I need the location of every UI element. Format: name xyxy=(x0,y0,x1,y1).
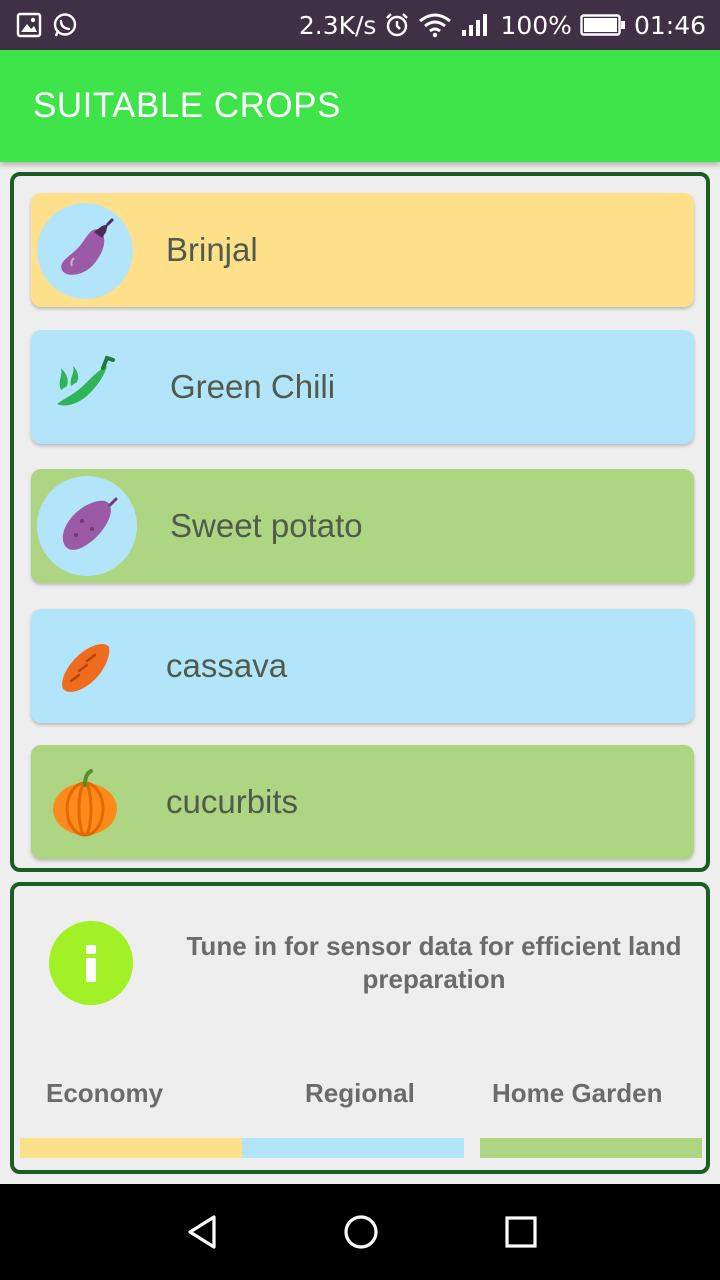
app-bar: SUITABLE CROPS xyxy=(0,50,720,162)
crop-label: Sweet potato xyxy=(170,507,363,544)
legend-label-home-garden: Home Garden xyxy=(492,1078,663,1108)
recents-icon[interactable] xyxy=(497,1208,545,1256)
battery-percent: 100% xyxy=(500,10,572,40)
crop-card-sweet-potato[interactable]: Sweet potato xyxy=(31,469,694,583)
page-title: SUITABLE CROPS xyxy=(33,86,341,125)
pumpkin-icon xyxy=(37,755,133,851)
wifi-icon xyxy=(418,12,452,38)
navigation-bar xyxy=(0,1184,720,1280)
clock: 01:46 xyxy=(633,10,706,40)
crop-label: Brinjal xyxy=(166,231,258,268)
network-speed: 2.3K/s xyxy=(298,10,377,40)
info-message: Tune in for sensor data for efficient la… xyxy=(186,931,682,994)
legend-swatch-home-garden xyxy=(480,1138,702,1158)
back-icon[interactable] xyxy=(178,1208,226,1256)
sweet-potato-icon xyxy=(37,476,137,576)
chili-icon xyxy=(37,340,133,436)
legend-swatch-regional xyxy=(242,1138,464,1158)
battery-icon xyxy=(580,13,626,37)
eggplant-icon xyxy=(37,203,133,299)
info-icon xyxy=(49,921,133,1005)
alarm-icon xyxy=(384,12,410,38)
legend-label-regional: Regional xyxy=(305,1078,415,1108)
crops-list: Brinjal Green Chili Sweet potato cassava… xyxy=(10,172,710,872)
whatsapp-icon xyxy=(52,12,78,38)
info-panel: Tune in for sensor data for efficient la… xyxy=(10,882,710,1174)
crop-card-brinjal[interactable]: Brinjal xyxy=(31,193,694,307)
legend-swatch-economy xyxy=(20,1138,242,1158)
signal-icon xyxy=(460,12,492,38)
crop-label: cucurbits xyxy=(166,783,299,820)
crop-card-cassava[interactable]: cassava xyxy=(31,609,694,723)
legend-label-economy: Economy xyxy=(46,1078,164,1108)
crop-card-green-chili[interactable]: Green Chili xyxy=(31,330,694,444)
cassava-icon xyxy=(37,619,133,715)
gallery-icon xyxy=(16,12,42,38)
home-icon[interactable] xyxy=(337,1208,385,1256)
crop-label: Green Chili xyxy=(170,368,336,405)
crop-card-cucurbits[interactable]: cucurbits xyxy=(31,745,694,859)
status-bar: 2.3K/s 100% 01:46 xyxy=(0,0,720,50)
crop-label: cassava xyxy=(166,647,288,684)
